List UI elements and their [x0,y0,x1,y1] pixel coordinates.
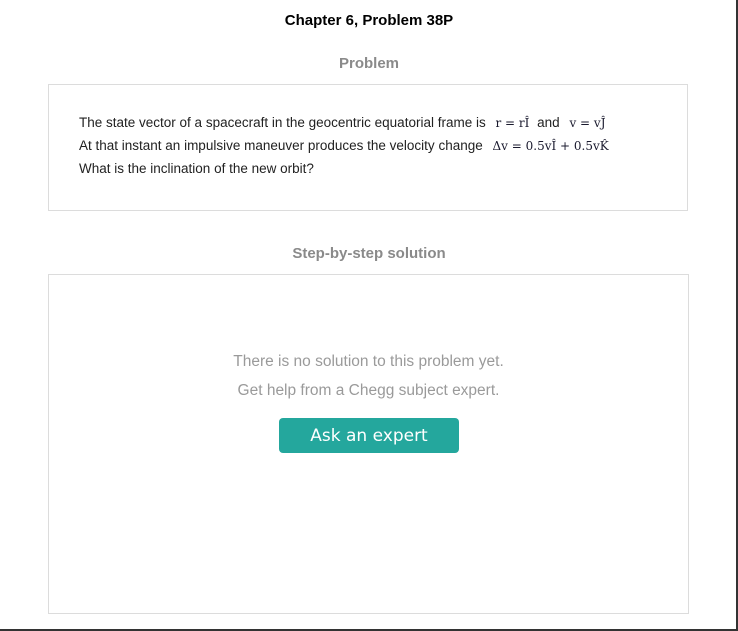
velocity-vector-equation: v = vĴ [569,116,606,130]
position-vector-equation: r = rÎ [495,116,530,130]
solution-box: There is no solution to this problem yet… [48,274,689,614]
delta-v-equation: Δv = 0.5vÎ + 0.5vK̂ [492,139,609,153]
problem-line-1-text: The state vector of a spacecraft in the … [79,115,486,130]
problem-line-3: What is the inclination of the new orbit… [79,161,314,176]
problem-line-2-text: At that instant an impulsive maneuver pr… [79,138,483,153]
problem-line-2: At that instant an impulsive maneuver pr… [79,138,609,153]
problem-box: The state vector of a spacecraft in the … [48,84,688,211]
expert-help-message: Get help from a Chegg subject expert. [237,382,500,399]
chapter-title: Chapter 6, Problem 38P [284,12,454,29]
problem-line-1: The state vector of a spacecraft in the … [79,115,606,130]
ask-an-expert-button[interactable]: Ask an expert [279,418,459,453]
problem-heading: Problem [338,55,399,72]
no-solution-message: There is no solution to this problem yet… [233,353,504,370]
and-word: and [537,115,560,130]
solution-heading: Step-by-step solution [292,245,446,262]
